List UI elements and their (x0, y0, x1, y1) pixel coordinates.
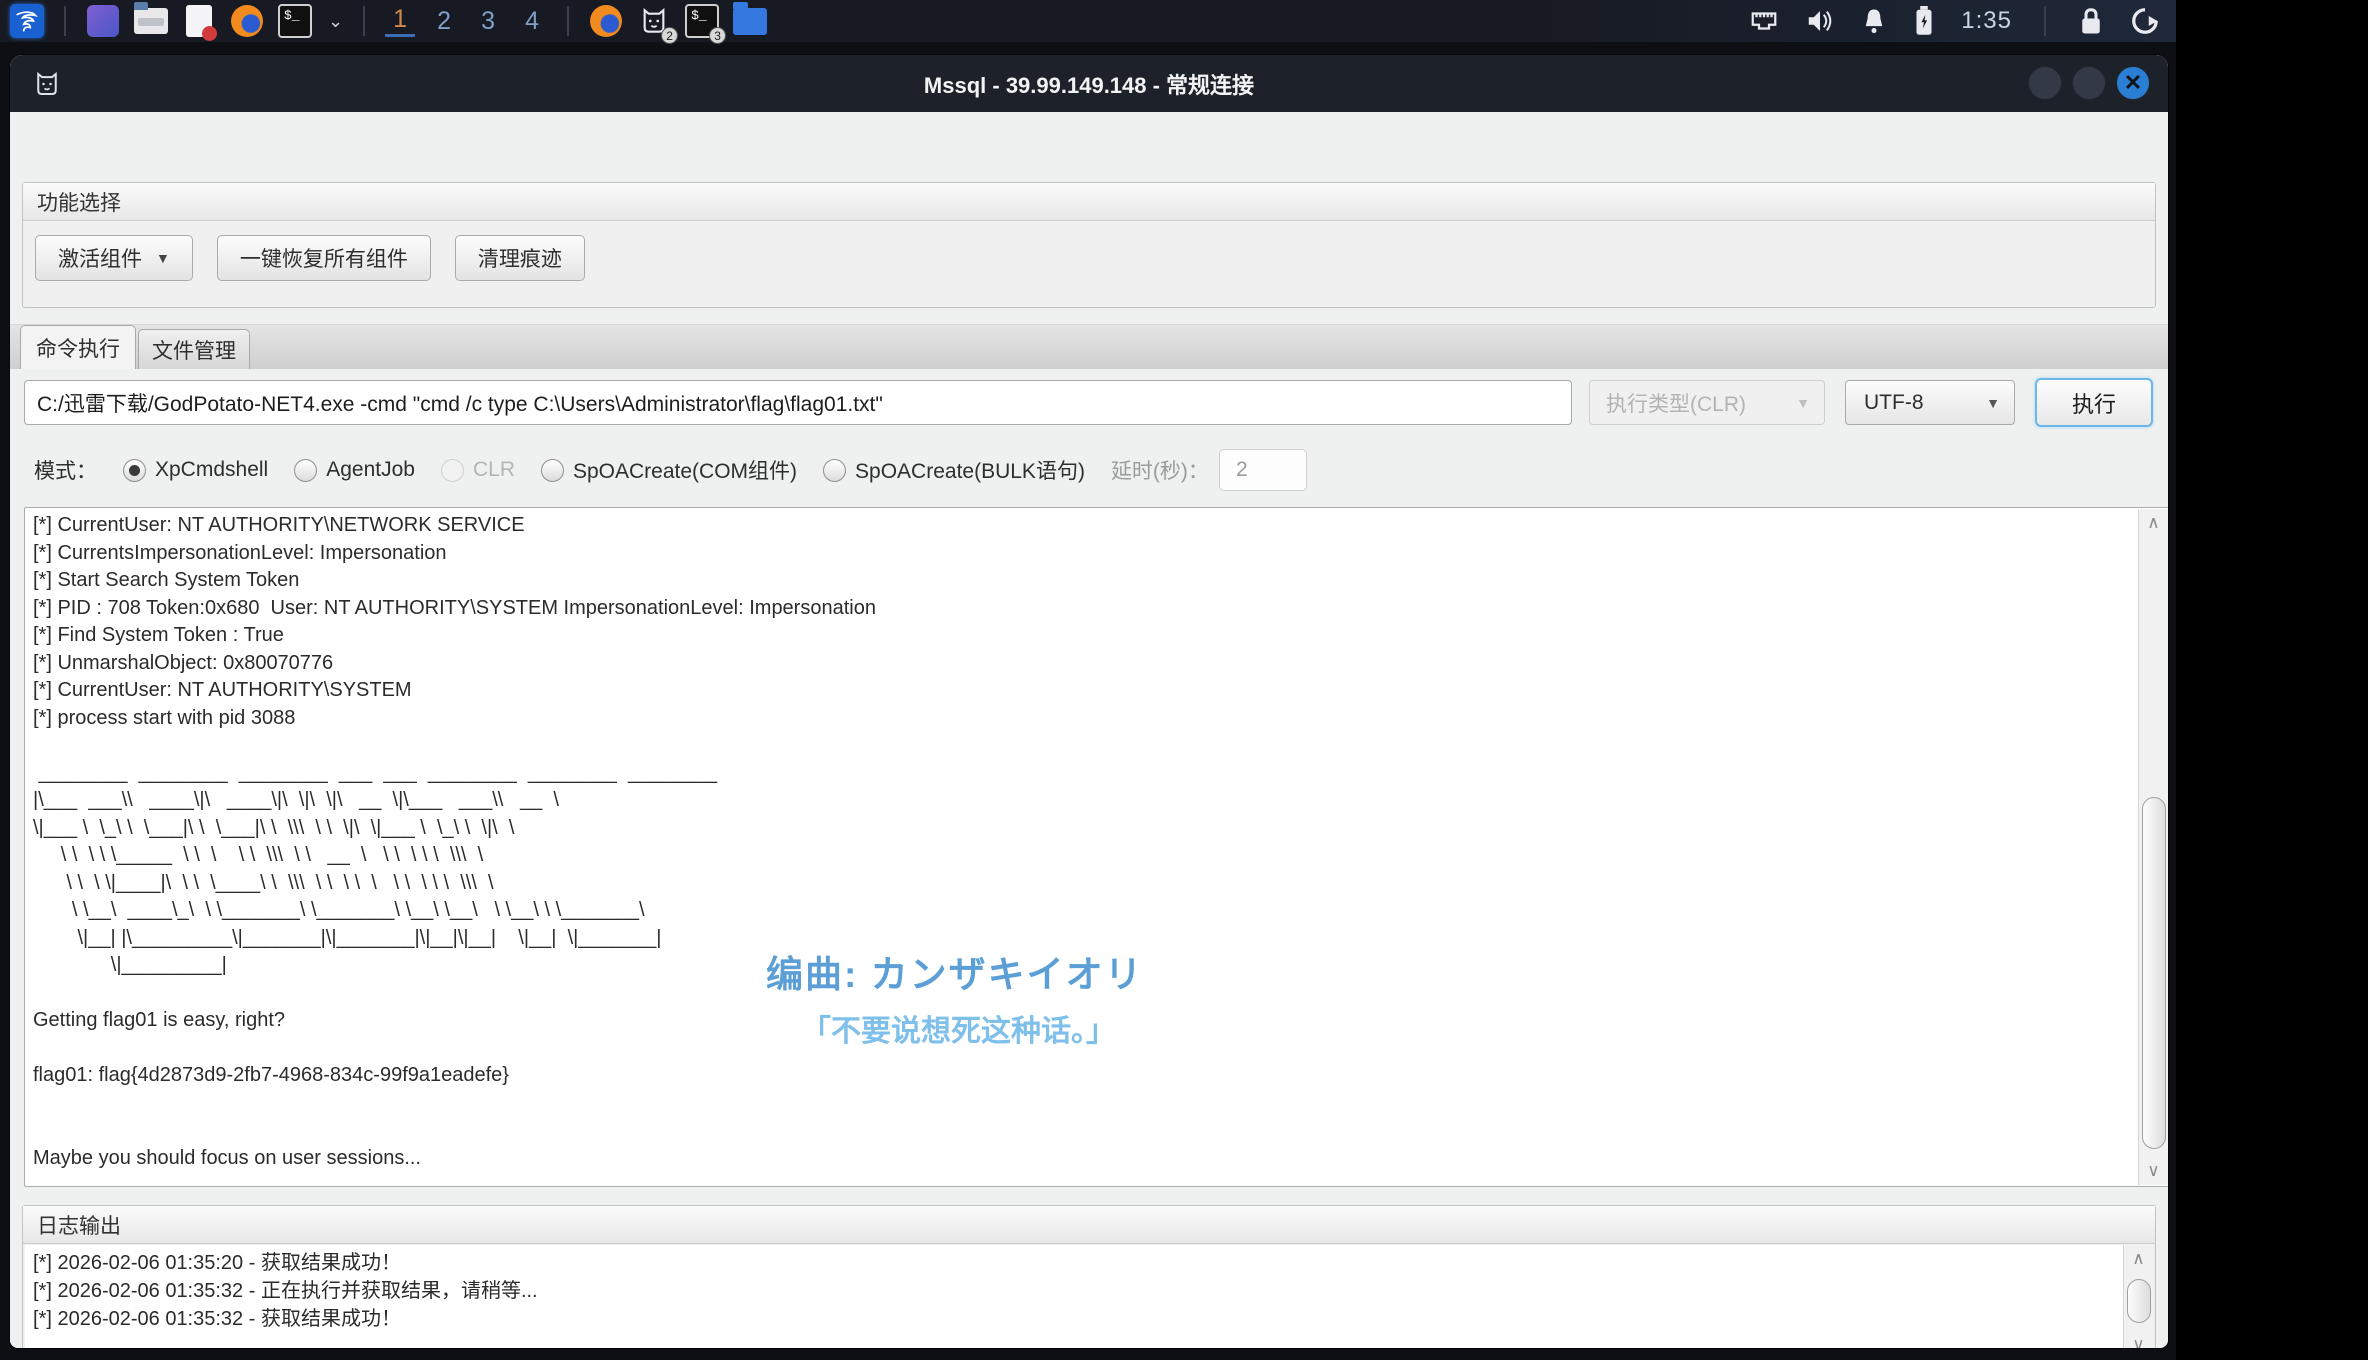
window-count-badge: 2 (661, 27, 679, 44)
window-body: 功能选择 激活组件 ▼ 一键恢复所有组件 清理痕迹 命令执行 文件管理 C:/迅… (10, 112, 2168, 1348)
taskbar-separator (2044, 6, 2046, 36)
workspace-3[interactable]: 3 (473, 7, 503, 36)
clean-traces-button[interactable]: 清理痕迹 (454, 235, 585, 281)
mode-row: 模式： XpCmdshell AgentJob CLR SpOACreate(C… (10, 449, 2168, 491)
taskbar-window-terminal[interactable]: $_ 3 (685, 4, 727, 44)
caret-down-icon: ▼ (156, 250, 170, 266)
clock[interactable]: 1:35 (1961, 7, 2012, 35)
taskbar-window-firefox[interactable] (589, 4, 623, 38)
radio-selected-icon[interactable] (123, 458, 146, 482)
radio-spoacreate-com[interactable]: SpOACreate(COM组件) (540, 455, 798, 485)
workspace-1[interactable]: 1 (385, 5, 416, 37)
taskbar-separator (363, 6, 366, 36)
activate-component-button[interactable]: 激活组件 ▼ (35, 235, 193, 281)
workspace-4[interactable]: 4 (517, 7, 547, 36)
workspace-2[interactable]: 2 (429, 7, 459, 36)
close-button[interactable]: ✕ (2116, 66, 2150, 100)
window-title: Mssql - 39.99.149.148 - 常规连接 (923, 72, 1255, 98)
wallpaper-watermark-line1: 编曲: カンザキイオリ (766, 954, 1144, 995)
scroll-up-icon[interactable]: ∧ (2124, 1245, 2153, 1273)
firefox-icon (231, 5, 263, 37)
output-text: [*] CurrentUser: NT AUTHORITY\NETWORK SE… (33, 514, 876, 1169)
output-vertical-scrollbar[interactable]: ∧ ∨ (2138, 509, 2168, 1185)
taskbar-separator (64, 6, 66, 36)
function-panel: 功能选择 激活组件 ▼ 一键恢复所有组件 清理痕迹 (22, 182, 2156, 308)
restore-all-components-button[interactable]: 一键恢复所有组件 (216, 235, 431, 281)
taskbar-window-mdut[interactable]: 2 (637, 4, 679, 44)
scrollbar-thumb[interactable] (2127, 1279, 2151, 1323)
blue-folder-icon (733, 1, 768, 35)
output-area[interactable]: [*] CurrentUser: NT AUTHORITY\NETWORK SE… (24, 507, 2168, 1187)
radio-label: SpOACreate(BULK语句) (855, 460, 1085, 483)
function-panel-title: 功能选择 (23, 183, 2155, 221)
launcher-desktop-app[interactable] (86, 4, 120, 38)
launcher-terminal[interactable]: $_ (278, 4, 312, 38)
log-text: [*] 2026-02-06 01:35:20 - 获取结果成功！ [*] 20… (33, 1252, 538, 1330)
notifications-bell-icon[interactable] (1861, 7, 1887, 35)
firefox-icon (590, 5, 623, 37)
activate-component-label: 激活组件 (58, 248, 142, 271)
radio-disabled-icon (440, 458, 464, 482)
terminal-icon: $_ (278, 4, 312, 38)
caret-down-icon: ▼ (1796, 394, 1810, 411)
lock-icon[interactable] (2078, 6, 2104, 36)
kali-menu-button[interactable] (10, 4, 44, 38)
log-vertical-scrollbar[interactable]: ∧ ∨ (2123, 1245, 2153, 1348)
maximize-button[interactable] (2072, 66, 2106, 100)
taskbar: $_ ⌄ 1 2 3 4 2 $_ 3 1:35 (0, 0, 2176, 44)
minimize-button[interactable] (2028, 66, 2062, 100)
kali-logo-icon (10, 4, 44, 38)
exec-type-select: 执行类型(CLR) ▼ (1589, 380, 1825, 425)
window-titlebar[interactable]: Mssql - 39.99.149.148 - 常规连接 ✕ (10, 55, 2168, 112)
tab-file-management[interactable]: 文件管理 (138, 329, 250, 369)
encoding-value: UTF-8 (1864, 390, 1924, 414)
mdut-window: Mssql - 39.99.149.148 - 常规连接 ✕ 功能选择 激活组件… (10, 55, 2168, 1348)
network-icon[interactable] (1749, 8, 1779, 34)
radio-clr: CLR (440, 458, 515, 482)
radio-spoacreate-bulk[interactable]: SpOACreate(BULK语句) (823, 455, 1085, 485)
log-panel-title: 日志输出 (23, 1206, 2155, 1244)
radio-icon[interactable] (540, 458, 564, 482)
volume-icon[interactable] (1805, 8, 1835, 34)
delay-label: 延时(秒)： (1110, 460, 1209, 483)
log-area[interactable]: [*] 2026-02-06 01:35:20 - 获取结果成功！ [*] 20… (25, 1245, 2153, 1348)
radio-agentjob[interactable]: AgentJob (294, 458, 415, 482)
exec-type-label: 执行类型(CLR) (1606, 392, 1746, 416)
radio-label: CLR (472, 458, 515, 481)
scroll-up-icon[interactable]: ∧ (2139, 509, 2168, 537)
folder-icon (134, 2, 168, 34)
taskbar-window-files[interactable] (733, 1, 768, 38)
delay-input[interactable] (1218, 449, 1307, 491)
launcher-firefox[interactable] (230, 4, 264, 38)
document-edit-icon (186, 5, 217, 41)
taskbar-separator (567, 6, 570, 36)
caret-down-icon: ▼ (1986, 394, 2000, 411)
scroll-down-icon[interactable]: ∨ (2139, 1157, 2168, 1185)
radio-label: SpOACreate(COM组件) (572, 460, 798, 483)
encoding-select[interactable]: UTF-8 ▼ (1845, 380, 2015, 425)
tab-strip: 命令执行 文件管理 (10, 324, 2168, 369)
wallpaper-watermark-line2: 「不要说想死这种话。」 (801, 1015, 1116, 1048)
mode-label: 模式： (34, 460, 97, 483)
battery-icon[interactable] (1913, 6, 1935, 36)
radio-label: XpCmdshell (155, 458, 269, 481)
log-panel: 日志输出 [*] 2026-02-06 01:35:20 - 获取结果成功！ [… (22, 1205, 2156, 1348)
logout-icon[interactable] (2130, 6, 2160, 36)
window-app-icon (87, 5, 119, 37)
launcher-text-editor[interactable] (182, 4, 217, 41)
scroll-down-icon[interactable]: ∨ (2124, 1331, 2153, 1348)
desktop: $_ ⌄ 1 2 3 4 2 $_ 3 1:35 Mssql - 39.99.1… (0, 0, 2176, 1360)
chevron-down-icon[interactable]: ⌄ (328, 11, 343, 32)
window-count-badge: 3 (709, 27, 727, 44)
launcher-file-manager[interactable] (134, 2, 168, 38)
radio-icon[interactable] (294, 458, 318, 482)
radio-xpcmdshell[interactable]: XpCmdshell (123, 458, 268, 482)
tab-command-execution[interactable]: 命令执行 (20, 325, 136, 369)
scrollbar-thumb[interactable] (2142, 797, 2166, 1149)
radio-icon[interactable] (823, 458, 847, 482)
execute-button[interactable]: 执行 (2035, 378, 2153, 427)
command-input[interactable] (24, 380, 1572, 425)
radio-label: AgentJob (326, 458, 415, 481)
